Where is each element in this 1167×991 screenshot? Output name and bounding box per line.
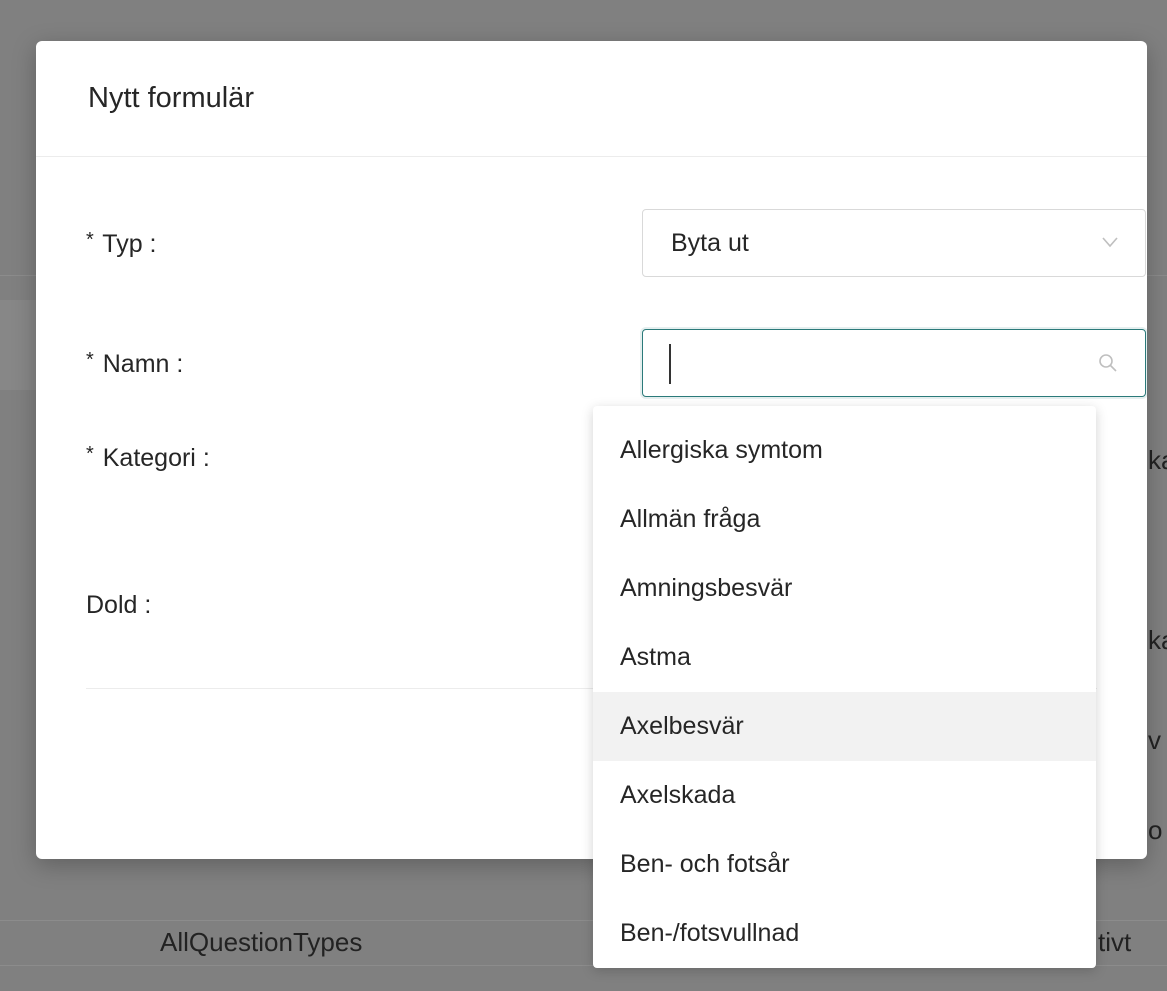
dropdown-option[interactable]: Amningsbesvär — [593, 554, 1096, 623]
chevron-down-icon — [1102, 237, 1118, 248]
name-dropdown-menu: Allergiska symtom Allmän fråga Amningsbe… — [593, 406, 1096, 968]
required-marker: * — [86, 229, 94, 251]
name-search-input[interactable] — [642, 329, 1146, 397]
text-caret — [669, 344, 671, 384]
background-table-cell: tivt — [1098, 927, 1132, 957]
required-marker: * — [86, 349, 94, 371]
background-band — [0, 300, 40, 390]
background-table-cell: v — [1148, 725, 1161, 755]
name-label-text: Namn — [102, 350, 170, 378]
label-colon: : — [144, 591, 152, 619]
background-table-cell: ka — [1148, 445, 1167, 475]
background-table-cell: AllQuestionTypes — [160, 927, 363, 957]
background-table-cell: ka — [1148, 625, 1167, 655]
type-select[interactable]: Byta ut — [642, 209, 1146, 277]
hidden-label-text: Dold — [86, 591, 138, 619]
form-row-type: * Typ : Byta ut — [86, 209, 1146, 279]
dropdown-options: Allergiska symtom Allmän fråga Amningsbe… — [593, 406, 1096, 968]
dropdown-option[interactable]: Axelskada — [593, 761, 1096, 830]
search-icon — [1099, 354, 1117, 372]
type-select-value: Byta ut — [671, 229, 749, 257]
label-colon: : — [149, 230, 157, 258]
label-colon: : — [176, 350, 184, 378]
dropdown-option[interactable]: Astma — [593, 623, 1096, 692]
name-label: * Namn : — [86, 329, 183, 399]
dropdown-option[interactable]: Ben- och fotsår — [593, 830, 1096, 899]
dropdown-option-hovered[interactable]: Axelbesvär — [593, 692, 1096, 761]
form-row-name: * Namn : — [86, 329, 1146, 399]
type-label-text: Typ — [102, 230, 143, 258]
type-label: * Typ : — [86, 209, 157, 279]
modal-title: Nytt formulär — [88, 82, 254, 114]
hidden-label: Dold : — [86, 570, 151, 640]
category-label-text: Kategori — [102, 444, 196, 472]
dropdown-option[interactable]: Allmän fråga — [593, 485, 1096, 554]
background-table-cell: o — [1148, 815, 1163, 845]
dropdown-option[interactable]: Allergiska symtom — [593, 416, 1096, 485]
label-colon: : — [202, 444, 210, 472]
category-label: * Kategori : — [86, 423, 210, 493]
required-marker: * — [86, 443, 94, 465]
dropdown-option[interactable]: Ben-/fotsvullnad — [593, 899, 1096, 968]
modal-header: Nytt formulär — [36, 41, 1147, 157]
